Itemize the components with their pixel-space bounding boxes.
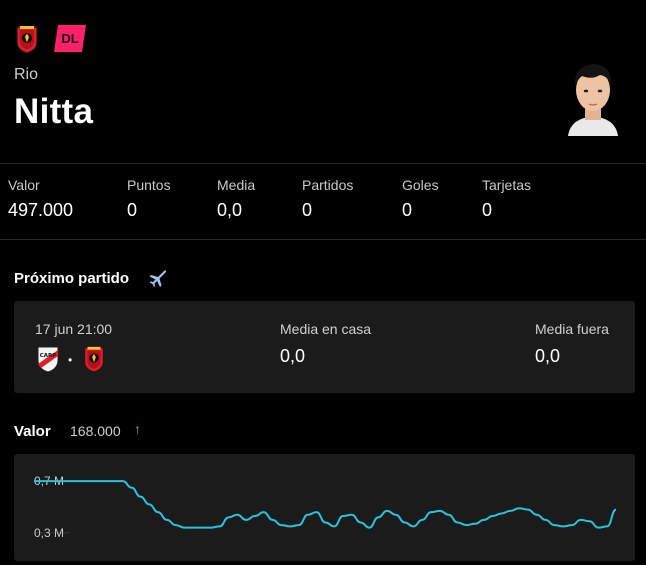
stat-label: Goles <box>402 177 439 193</box>
urawa-crest-icon <box>15 24 39 54</box>
stat-value: 497.000 <box>8 200 74 220</box>
next-match-card[interactable]: 17 jun 21:00 CARP • Media en casa 0,0 Me… <box>14 301 635 393</box>
arrow-up-icon: ↑ <box>134 421 141 437</box>
stat-value: 0,0 <box>217 200 243 220</box>
stat-label: Puntos <box>127 177 171 193</box>
river-plate-crest-icon: CARP <box>35 345 61 373</box>
stat-goles: Goles 0 <box>402 177 439 221</box>
player-avatar <box>562 56 624 136</box>
stats-row: Valor 497.000 Puntos 0 Media 0,0 Partido… <box>0 165 646 239</box>
valor-change: 168.000 <box>70 423 121 439</box>
player-last-name: Nitta <box>14 92 94 131</box>
y-tick-label: 0,3 M <box>34 526 64 540</box>
valor-title: Valor <box>14 423 51 440</box>
away-average-value: 0,0 <box>535 346 561 366</box>
urawa-crest-icon <box>81 345 107 373</box>
stat-label: Partidos <box>302 177 354 193</box>
valor-series-line <box>34 480 617 529</box>
stat-valor: Valor 497.000 <box>8 177 73 221</box>
position-badge: DL <box>54 25 86 52</box>
home-average-label: Media en casa <box>280 321 372 337</box>
away-average: Media fuera 0,0 <box>535 321 609 367</box>
divider-stats <box>0 239 646 240</box>
player-first-name: Rio <box>14 66 39 83</box>
stat-label: Tarjetas <box>482 177 532 193</box>
home-average: Media en casa 0,0 <box>280 321 371 367</box>
stat-label: Media <box>217 177 256 193</box>
stat-value: 0 <box>127 200 138 220</box>
stat-label: Valor <box>8 177 40 193</box>
stat-tarjetas: Tarjetas 0 <box>482 177 531 221</box>
match-separator: • <box>68 353 73 367</box>
stat-value: 0 <box>302 200 313 220</box>
valor-chart: 0,7 M 0,3 M <box>14 454 635 561</box>
player-header: DL Rio Nitta <box>0 0 646 164</box>
away-average-label: Media fuera <box>535 321 609 337</box>
position-label: DL <box>61 31 79 46</box>
stat-partidos: Partidos 0 <box>302 177 353 221</box>
stat-value: 0 <box>402 200 413 220</box>
divider-top <box>0 163 646 164</box>
next-match-title: Próximo partido <box>14 270 130 287</box>
stat-value: 0 <box>482 200 493 220</box>
stat-media: Media 0,0 <box>217 177 255 221</box>
svg-text:CARP: CARP <box>40 353 57 359</box>
home-average-value: 0,0 <box>280 346 306 366</box>
plane-icon <box>148 269 167 287</box>
stat-puntos: Puntos 0 <box>127 177 171 221</box>
match-date: 17 jun 21:00 <box>35 321 113 337</box>
valor-chart-svg: 0,7 M0,3 M <box>34 474 617 540</box>
